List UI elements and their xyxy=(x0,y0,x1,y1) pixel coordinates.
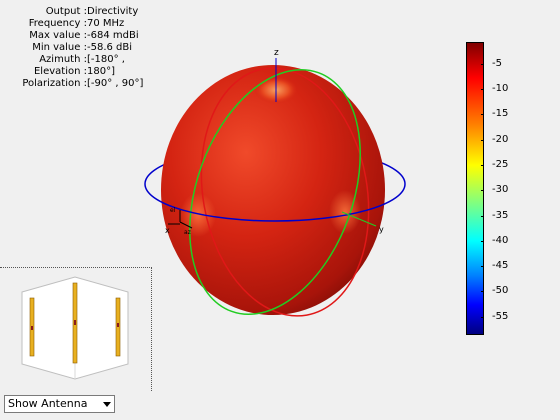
y-axis-label: y xyxy=(379,225,384,234)
colorbar-tick-label: -50 xyxy=(480,286,508,296)
colorbar-ticks: -5 -10 -15 -20 -25 -30 -35 -40 -45 -50 -55 xyxy=(480,42,544,335)
colorbar-tick-label: -15 xyxy=(480,109,508,119)
antenna-preview-panel xyxy=(0,267,152,391)
show-antenna-dropdown[interactable]: Show Antenna xyxy=(4,395,115,413)
triad-el-label: el xyxy=(170,207,176,214)
colorbar-tick-label: -5 xyxy=(481,58,502,69)
colorbar-tick-label: -10 xyxy=(480,84,508,94)
colorbar-tick-label: -55 xyxy=(480,311,508,322)
antenna-3d-view[interactable] xyxy=(0,268,152,392)
colorbar-tick-label: -30 xyxy=(480,185,508,195)
colorbar-tick-label: -45 xyxy=(480,261,508,271)
chevron-down-icon[interactable] xyxy=(103,402,111,407)
colorbar-tick-label: -35 xyxy=(480,210,508,221)
triad-az-label: az xyxy=(184,229,191,236)
colorbar-tick-label: -20 xyxy=(480,134,508,145)
colorbar-tick-label: -40 xyxy=(480,235,508,246)
x-axis-label: x xyxy=(165,226,170,235)
show-antenna-selected: Show Antenna xyxy=(8,397,88,410)
z-axis-label: z xyxy=(274,48,279,58)
colorbar-tick-label: -25 xyxy=(480,160,508,170)
